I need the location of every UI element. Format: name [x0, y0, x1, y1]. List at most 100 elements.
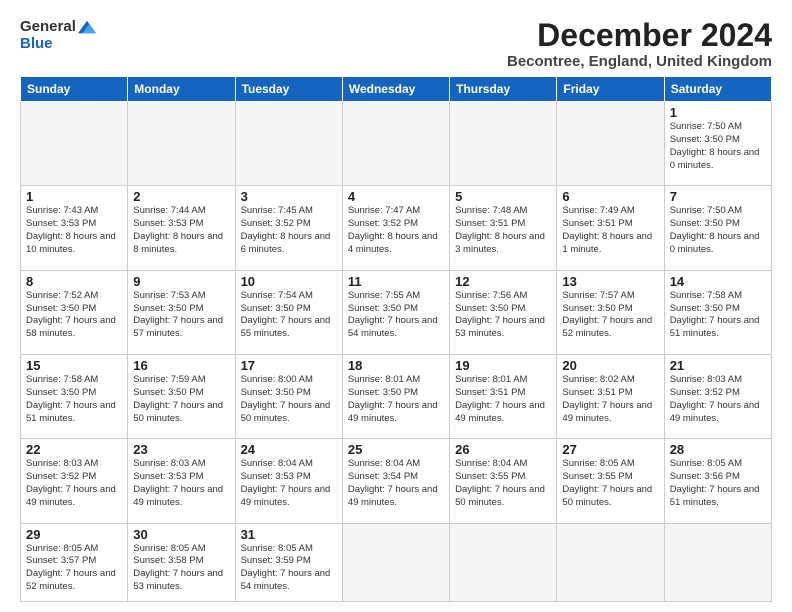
calendar-header-saturday: Saturday [664, 77, 771, 102]
day-number: 27 [562, 442, 658, 457]
day-number: 30 [133, 527, 229, 542]
day-number: 28 [670, 442, 766, 457]
day-info: Sunrise: 8:05 AMSunset: 3:56 PMDaylight:… [670, 458, 766, 509]
day-number: 4 [348, 189, 444, 204]
day-number: 10 [241, 274, 337, 289]
calendar-cell: 10 Sunrise: 7:54 AMSunset: 3:50 PMDaylig… [235, 270, 342, 354]
day-info: Sunrise: 8:00 AMSunset: 3:50 PMDaylight:… [241, 374, 337, 425]
calendar-cell [21, 102, 128, 186]
calendar-cell: 6 Sunrise: 7:49 AMSunset: 3:51 PMDayligh… [557, 186, 664, 270]
calendar-cell: 25 Sunrise: 8:04 AMSunset: 3:54 PMDaylig… [342, 439, 449, 523]
month-title: December 2024 [507, 18, 772, 53]
calendar-cell: 4 Sunrise: 7:47 AMSunset: 3:52 PMDayligh… [342, 186, 449, 270]
day-number: 19 [455, 358, 551, 373]
day-info: Sunrise: 7:53 AMSunset: 3:50 PMDaylight:… [133, 290, 229, 341]
day-info: Sunrise: 8:05 AMSunset: 3:55 PMDaylight:… [562, 458, 658, 509]
calendar-cell [450, 523, 557, 601]
day-number: 21 [670, 358, 766, 373]
day-number: 22 [26, 442, 122, 457]
day-info: Sunrise: 7:56 AMSunset: 3:50 PMDaylight:… [455, 290, 551, 341]
header: General Blue December 2024 Becontree, En… [20, 18, 772, 70]
day-info: Sunrise: 8:03 AMSunset: 3:53 PMDaylight:… [133, 458, 229, 509]
day-info: Sunrise: 7:44 AMSunset: 3:53 PMDaylight:… [133, 205, 229, 256]
day-info: Sunrise: 8:05 AMSunset: 3:57 PMDaylight:… [26, 543, 122, 594]
page: General Blue December 2024 Becontree, En… [0, 0, 792, 612]
calendar-cell: 7 Sunrise: 7:50 AMSunset: 3:50 PMDayligh… [664, 186, 771, 270]
day-info: Sunrise: 8:03 AMSunset: 3:52 PMDaylight:… [670, 374, 766, 425]
calendar-cell: 22 Sunrise: 8:03 AMSunset: 3:52 PMDaylig… [21, 439, 128, 523]
logo-general: General [20, 18, 76, 35]
calendar-week-5: 22 Sunrise: 8:03 AMSunset: 3:52 PMDaylig… [21, 439, 772, 523]
day-number: 1 [670, 105, 766, 120]
day-info: Sunrise: 8:05 AMSunset: 3:58 PMDaylight:… [133, 543, 229, 594]
day-number: 9 [133, 274, 229, 289]
day-number: 7 [670, 189, 766, 204]
day-info: Sunrise: 7:50 AMSunset: 3:50 PMDaylight:… [670, 205, 766, 256]
logo: General Blue [20, 18, 96, 53]
calendar-cell [128, 102, 235, 186]
calendar-header-wednesday: Wednesday [342, 77, 449, 102]
day-number: 25 [348, 442, 444, 457]
calendar-cell: 18 Sunrise: 8:01 AMSunset: 3:50 PMDaylig… [342, 355, 449, 439]
day-info: Sunrise: 8:05 AMSunset: 3:59 PMDaylight:… [241, 543, 337, 594]
day-number: 24 [241, 442, 337, 457]
logo-blue: Blue [20, 35, 53, 52]
calendar-cell: 21 Sunrise: 8:03 AMSunset: 3:52 PMDaylig… [664, 355, 771, 439]
calendar-cell: 28 Sunrise: 8:05 AMSunset: 3:56 PMDaylig… [664, 439, 771, 523]
day-info: Sunrise: 8:04 AMSunset: 3:53 PMDaylight:… [241, 458, 337, 509]
day-number: 15 [26, 358, 122, 373]
day-number: 20 [562, 358, 658, 373]
calendar-cell: 16 Sunrise: 7:59 AMSunset: 3:50 PMDaylig… [128, 355, 235, 439]
day-info: Sunrise: 7:54 AMSunset: 3:50 PMDaylight:… [241, 290, 337, 341]
calendar-week-4: 15 Sunrise: 7:58 AMSunset: 3:50 PMDaylig… [21, 355, 772, 439]
calendar-cell: 23 Sunrise: 8:03 AMSunset: 3:53 PMDaylig… [128, 439, 235, 523]
day-info: Sunrise: 7:58 AMSunset: 3:50 PMDaylight:… [26, 374, 122, 425]
calendar-cell: 1 Sunrise: 7:43 AMSunset: 3:53 PMDayligh… [21, 186, 128, 270]
day-info: Sunrise: 8:02 AMSunset: 3:51 PMDaylight:… [562, 374, 658, 425]
calendar-cell: 8 Sunrise: 7:52 AMSunset: 3:50 PMDayligh… [21, 270, 128, 354]
calendar-week-1: 1 Sunrise: 7:50 AMSunset: 3:50 PMDayligh… [21, 102, 772, 186]
calendar-cell [557, 523, 664, 601]
day-info: Sunrise: 7:50 AMSunset: 3:50 PMDaylight:… [670, 121, 766, 172]
calendar-cell: 26 Sunrise: 8:04 AMSunset: 3:55 PMDaylig… [450, 439, 557, 523]
calendar-cell: 15 Sunrise: 7:58 AMSunset: 3:50 PMDaylig… [21, 355, 128, 439]
day-number: 5 [455, 189, 551, 204]
calendar-cell: 29 Sunrise: 8:05 AMSunset: 3:57 PMDaylig… [21, 523, 128, 601]
day-info: Sunrise: 7:57 AMSunset: 3:50 PMDaylight:… [562, 290, 658, 341]
location: Becontree, England, United Kingdom [507, 53, 772, 70]
day-number: 18 [348, 358, 444, 373]
calendar-table: SundayMondayTuesdayWednesdayThursdayFrid… [20, 76, 772, 602]
day-number: 1 [26, 189, 122, 204]
day-number: 26 [455, 442, 551, 457]
day-info: Sunrise: 8:04 AMSunset: 3:55 PMDaylight:… [455, 458, 551, 509]
day-info: Sunrise: 7:55 AMSunset: 3:50 PMDaylight:… [348, 290, 444, 341]
day-info: Sunrise: 8:01 AMSunset: 3:50 PMDaylight:… [348, 374, 444, 425]
calendar-cell: 5 Sunrise: 7:48 AMSunset: 3:51 PMDayligh… [450, 186, 557, 270]
calendar-header-thursday: Thursday [450, 77, 557, 102]
day-number: 31 [241, 527, 337, 542]
calendar-cell [450, 102, 557, 186]
day-number: 3 [241, 189, 337, 204]
day-number: 14 [670, 274, 766, 289]
logo-icon [78, 20, 96, 34]
calendar-cell: 1 Sunrise: 7:50 AMSunset: 3:50 PMDayligh… [664, 102, 771, 186]
calendar-cell: 27 Sunrise: 8:05 AMSunset: 3:55 PMDaylig… [557, 439, 664, 523]
day-info: Sunrise: 8:01 AMSunset: 3:51 PMDaylight:… [455, 374, 551, 425]
day-number: 6 [562, 189, 658, 204]
title-block: December 2024 Becontree, England, United… [507, 18, 772, 70]
calendar-cell: 9 Sunrise: 7:53 AMSunset: 3:50 PMDayligh… [128, 270, 235, 354]
calendar-header-sunday: Sunday [21, 77, 128, 102]
day-number: 2 [133, 189, 229, 204]
calendar-header-monday: Monday [128, 77, 235, 102]
calendar-cell: 19 Sunrise: 8:01 AMSunset: 3:51 PMDaylig… [450, 355, 557, 439]
calendar-cell [342, 102, 449, 186]
day-number: 29 [26, 527, 122, 542]
calendar-cell [235, 102, 342, 186]
day-number: 16 [133, 358, 229, 373]
calendar-cell [342, 523, 449, 601]
calendar-week-6: 29 Sunrise: 8:05 AMSunset: 3:57 PMDaylig… [21, 523, 772, 601]
day-number: 11 [348, 274, 444, 289]
day-info: Sunrise: 7:58 AMSunset: 3:50 PMDaylight:… [670, 290, 766, 341]
calendar-cell: 31 Sunrise: 8:05 AMSunset: 3:59 PMDaylig… [235, 523, 342, 601]
calendar-cell: 2 Sunrise: 7:44 AMSunset: 3:53 PMDayligh… [128, 186, 235, 270]
